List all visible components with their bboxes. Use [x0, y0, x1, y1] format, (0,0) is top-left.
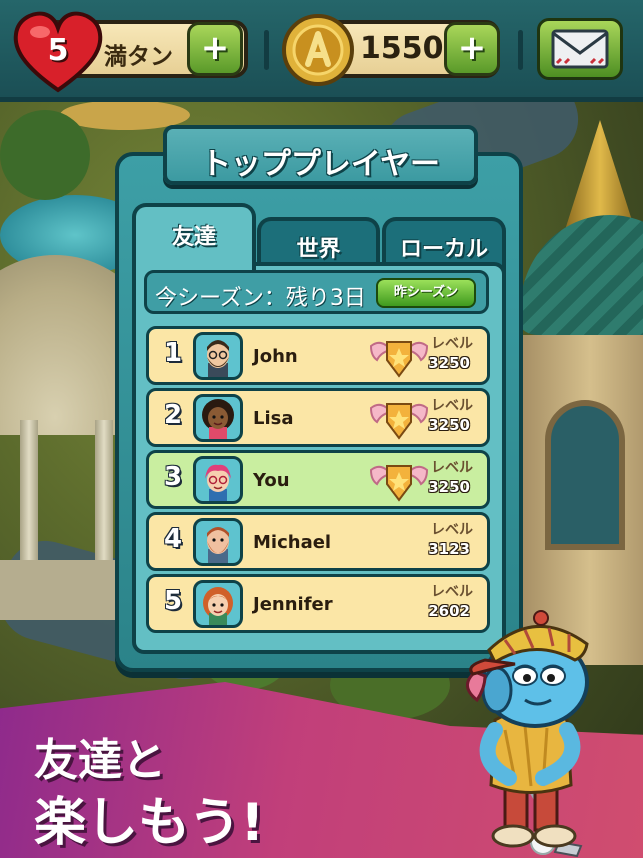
mail-button[interactable]	[537, 18, 623, 80]
gazebo-column	[95, 420, 113, 570]
top-hud-bar: 5 満タン + 1550 +	[0, 0, 643, 102]
winged-shield-badge-icon	[369, 341, 429, 378]
avatar	[193, 518, 243, 566]
level-value: 3250	[428, 354, 470, 372]
bearded-man-with-glasses-avatar	[207, 340, 229, 377]
leaderboard-row-you[interactable]: 3 You レベル 3250	[146, 450, 490, 509]
coin-a-icon	[282, 14, 354, 86]
season-remaining: 今シーズン：残り3日	[155, 286, 366, 311]
rank-number: 5	[163, 586, 183, 616]
leaderboard-row[interactable]: 4 Michael レベル 3123	[146, 512, 490, 571]
promo-headline-line1: 友達と	[34, 735, 166, 786]
avatar	[193, 580, 243, 628]
level-label: レベル	[431, 460, 473, 476]
tower-spire	[565, 120, 635, 230]
gazebo-column	[20, 420, 38, 570]
coins-amount: 1550	[360, 31, 444, 66]
player-name: You	[253, 470, 290, 491]
panel-title: トッププレイヤー	[200, 147, 441, 182]
last-season-button[interactable]: 昨シーズン	[376, 278, 476, 308]
lives-count: 5	[47, 33, 69, 68]
bearded-man-avatar	[207, 527, 229, 563]
envelope-icon	[551, 29, 609, 69]
tower-roof	[520, 215, 643, 335]
player-name: Jennifer	[253, 594, 333, 615]
hud-divider	[518, 30, 523, 70]
rank-number: 4	[163, 524, 183, 554]
promo-headline-line2: 楽しもう!	[34, 793, 265, 853]
avatar	[193, 332, 243, 380]
level-label: レベル	[431, 522, 473, 538]
hud-divider	[264, 30, 269, 70]
rank-number: 2	[163, 400, 183, 430]
red-hair-woman-avatar	[203, 587, 233, 625]
golfer-creature-mascot	[466, 610, 589, 858]
level-value: 3250	[428, 416, 470, 434]
avatar	[193, 456, 243, 504]
tab-friends[interactable]: 友達	[132, 203, 256, 273]
level-label: レベル	[431, 398, 473, 414]
level-value: 3250	[428, 478, 470, 496]
avatar	[193, 394, 243, 442]
add-lives-button[interactable]: +	[187, 22, 243, 76]
tab-label: ローカル	[399, 237, 488, 262]
rank-number: 3	[163, 462, 183, 492]
level-label: レベル	[431, 584, 473, 600]
woman-curly-hair-avatar	[202, 399, 234, 439]
tower-window	[545, 400, 625, 550]
player-name: Michael	[253, 532, 332, 553]
bush	[0, 110, 90, 200]
level-label: レベル	[431, 336, 473, 352]
player-name: Lisa	[253, 408, 294, 429]
leaderboard-row[interactable]: 2 Lisa レベル 3250	[146, 388, 490, 447]
lives-status: 満タン	[104, 44, 173, 70]
season-info-bar: 今シーズン：残り3日 昨シーズン	[144, 270, 489, 314]
level-value: 3123	[428, 540, 470, 558]
pink-hair-girl-glasses-avatar	[205, 464, 231, 501]
winged-shield-badge-icon	[369, 403, 429, 440]
rank-number: 1	[163, 338, 183, 368]
leaderboard-row[interactable]: 5 Jennifer レベル 2602	[146, 574, 490, 633]
leaderboard-row[interactable]: 1 John レベル 3250	[146, 326, 490, 385]
title-banner: トッププレイヤー	[163, 125, 478, 185]
player-name: John	[253, 346, 298, 367]
add-coins-button[interactable]: +	[444, 22, 500, 76]
winged-shield-badge-icon	[369, 465, 429, 502]
tab-label: 世界	[296, 237, 341, 262]
leaderboard-list: 1 John レベル 3250 2 Lisa レベル 3250 3 You レベ…	[146, 326, 490, 636]
tab-label: 友達	[171, 225, 216, 250]
